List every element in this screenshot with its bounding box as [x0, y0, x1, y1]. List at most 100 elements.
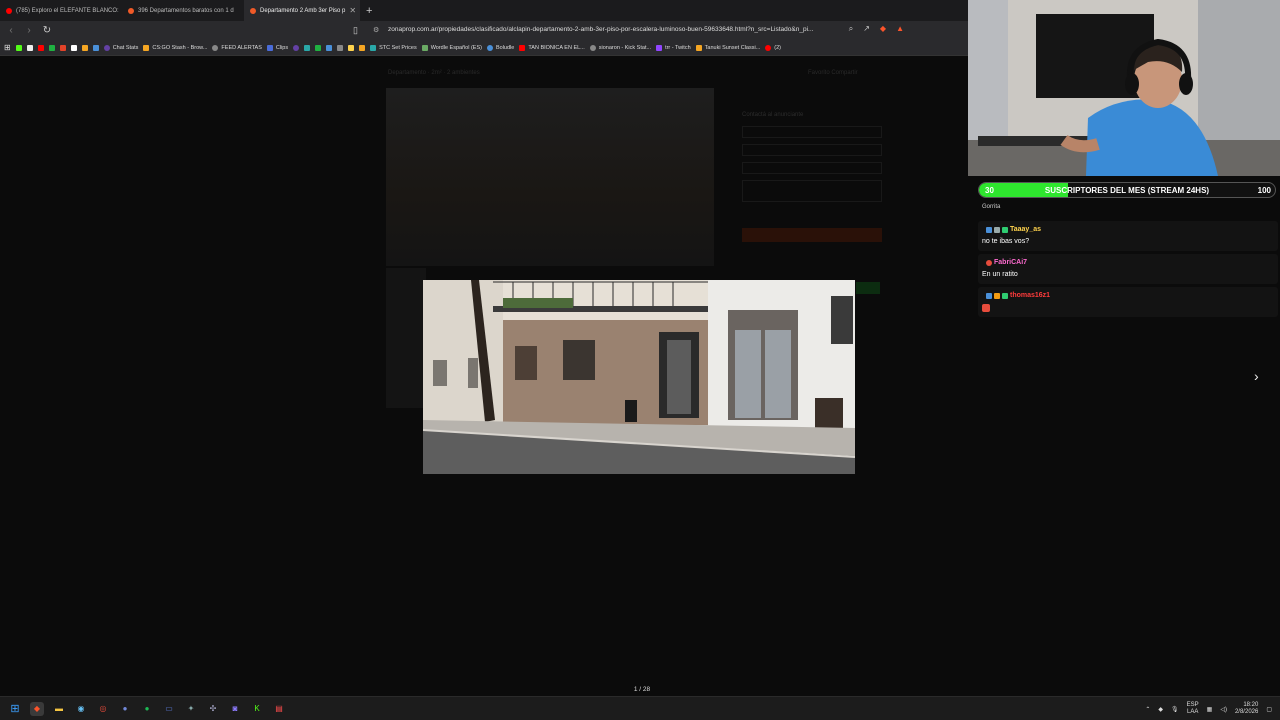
bookmark-stc[interactable]: STC Set Prices: [370, 44, 417, 51]
bookmark-icon-12[interactable]: [326, 44, 333, 51]
back-icon[interactable]: ‹: [6, 25, 16, 36]
chat-text: no te ibas vos?: [982, 238, 1030, 245]
badge-icon: [1002, 292, 1008, 299]
youtube-icon: [6, 7, 12, 14]
forward-icon[interactable]: ›: [24, 25, 34, 36]
mic-icon[interactable]: 🎙: [1171, 706, 1179, 713]
url-field[interactable]: zonaprop.com.ar/propiedades/clasificado/…: [388, 26, 813, 33]
bookmark-icon-10[interactable]: [304, 44, 311, 51]
tab-label: Departamento 2 Amb 3er Piso p: [260, 7, 346, 14]
badge-icon: [994, 226, 1000, 233]
bookmark-icon-11[interactable]: [315, 44, 322, 51]
kick-icon[interactable]: K: [250, 702, 264, 716]
windows-start-icon[interactable]: ⊞: [8, 702, 22, 716]
tab-bar: (785) Exploro el ELEFANTE BLANCO: 396 De…: [0, 0, 968, 21]
tab-youtube[interactable]: (785) Exploro el ELEFANTE BLANCO:: [0, 0, 122, 21]
notifications-icon[interactable]: ▢: [1266, 706, 1272, 713]
bookmark-icon-9[interactable]: [293, 44, 300, 51]
system-tray: ⌃ ◆ 🎙 ESP LAA ▦ ◁) 18:20 2/8/2026 ▢: [1145, 702, 1272, 716]
webcam-feed: [968, 0, 1280, 176]
bookmarks-bar: ⊞ Chat Stats CS:GO Stash - Brow... FEED …: [0, 40, 968, 56]
brave-shield-icon[interactable]: ◆: [880, 24, 886, 34]
sub-goal-bar: 30 SUSCRIPTORES DEL MES (STREAM 24HS) 10…: [978, 182, 1276, 198]
brave-rewards-icon[interactable]: ▲: [896, 24, 904, 34]
spotify-icon[interactable]: ●: [140, 702, 154, 716]
obs-icon[interactable]: ◙: [228, 702, 242, 716]
listing-photo-background: [386, 88, 714, 266]
tab-label: (785) Exploro el ELEFANTE BLANCO:: [16, 7, 119, 14]
tab-listing[interactable]: 396 Departamentos baratos con 1 d: [122, 0, 244, 21]
bookmark-csgo-stash[interactable]: CS:GO Stash - Brow...: [143, 44, 207, 51]
clock[interactable]: 18:20 2/8/2026: [1235, 702, 1258, 716]
zonaprop-icon: [250, 7, 256, 14]
contact-field: [742, 162, 882, 174]
badge-icon: [986, 292, 992, 299]
bookmark-feed-alertas[interactable]: FEED ALERTAS: [212, 44, 262, 51]
chat-overlay: Gorrita Taaay_as no te ibas vos? FabriCA…: [978, 200, 1278, 320]
bookmark-icon-2[interactable]: [26, 44, 33, 51]
chat-username: FabriCAi7: [994, 259, 1028, 266]
close-tab-icon[interactable]: ✕: [349, 6, 356, 15]
tab-property[interactable]: Departamento 2 Amb 3er Piso p ✕: [244, 0, 360, 21]
badge-icon: [1002, 226, 1008, 233]
zoom-icon[interactable]: ⌕: [849, 24, 853, 34]
network-app-icon[interactable]: ✣: [206, 702, 220, 716]
volume-icon[interactable]: ◁): [1220, 706, 1227, 713]
bookmark-youtube[interactable]: (2): [765, 44, 781, 51]
chevron-up-icon[interactable]: ⌃: [1145, 706, 1150, 713]
building-photo: [423, 280, 855, 474]
bookmark-icon-1[interactable]: [15, 44, 22, 51]
contact-button: [742, 228, 882, 242]
new-tab-button[interactable]: +: [360, 5, 378, 17]
steam-icon[interactable]: ◉: [74, 702, 88, 716]
bookmark-icon-3[interactable]: [37, 44, 44, 51]
bookmark-icon[interactable]: ▯: [353, 25, 358, 36]
share-icon[interactable]: ↗: [863, 24, 870, 34]
network-icon[interactable]: ▦: [1207, 706, 1213, 713]
next-photo-icon[interactable]: ›: [1254, 368, 1259, 384]
apps-icon[interactable]: ⊞: [4, 43, 11, 52]
lightbox-photo[interactable]: [423, 280, 855, 474]
badge-icon: [994, 292, 1000, 299]
bookmark-icon-13[interactable]: [337, 44, 344, 51]
chat-user: FabriCAi7: [986, 259, 1027, 266]
bookmark-icon-4[interactable]: [48, 44, 55, 51]
app-icon[interactable]: ▤: [272, 702, 286, 716]
photo-counter: 1 / 28: [633, 686, 651, 693]
chrome-icon[interactable]: ◎: [96, 702, 110, 716]
brave-icon[interactable]: ◆: [30, 701, 44, 716]
chat-message: thomas16z1: [978, 287, 1278, 317]
language-indicator[interactable]: ESP LAA: [1187, 702, 1199, 716]
bookmark-clips[interactable]: Clips: [266, 44, 288, 51]
bookmark-wordle[interactable]: Wordle Español (ES): [421, 44, 482, 51]
tab-label: 396 Departamentos baratos con 1 d: [138, 7, 234, 14]
file-explorer-icon[interactable]: ▬: [52, 702, 66, 716]
chat-user: thomas16z1: [986, 292, 1050, 299]
steam-tray-icon[interactable]: ◆: [1158, 706, 1163, 713]
discord-icon[interactable]: ●: [118, 702, 132, 716]
bookmark-boludle[interactable]: Boludle: [486, 44, 514, 51]
bookmark-tan-bionica[interactable]: TAN BIONICA EN EL...: [519, 44, 585, 51]
bookmark-icon-6[interactable]: [70, 44, 77, 51]
monitor-icon[interactable]: ▭: [162, 702, 176, 716]
settings-icon[interactable]: ✦: [184, 702, 198, 716]
bookmark-chat-stats[interactable]: Chat Stats: [103, 44, 138, 51]
badge-icon: [986, 226, 992, 233]
bookmark-twitch[interactable]: trr - Twitch: [656, 44, 691, 51]
bookmark-icon-8[interactable]: [92, 44, 99, 51]
bookmark-tanuki[interactable]: Tanuki Sunset Classi...: [695, 44, 760, 51]
bookmark-icon-5[interactable]: [59, 44, 66, 51]
contact-form: Contactá al anunciante: [742, 112, 882, 242]
bookmark-icon-15[interactable]: [359, 44, 366, 51]
bookmark-kick-stats[interactable]: sionaron - Kick Stat...: [589, 44, 651, 51]
contact-field: [742, 144, 882, 156]
reload-icon[interactable]: ↻: [42, 25, 52, 36]
bookmark-icon-14[interactable]: [348, 44, 355, 51]
chat-message: FabriCAi7 En un ratito: [978, 254, 1278, 284]
whatsapp-button: [856, 282, 880, 294]
bookmark-icon-7[interactable]: [81, 44, 88, 51]
screen: (785) Exploro el ELEFANTE BLANCO: 396 De…: [0, 0, 1280, 720]
site-info-icon[interactable]: ⚙: [373, 26, 379, 34]
chat-message-cut: Gorrita: [982, 204, 1001, 210]
chat-emote-icon: [982, 304, 990, 314]
